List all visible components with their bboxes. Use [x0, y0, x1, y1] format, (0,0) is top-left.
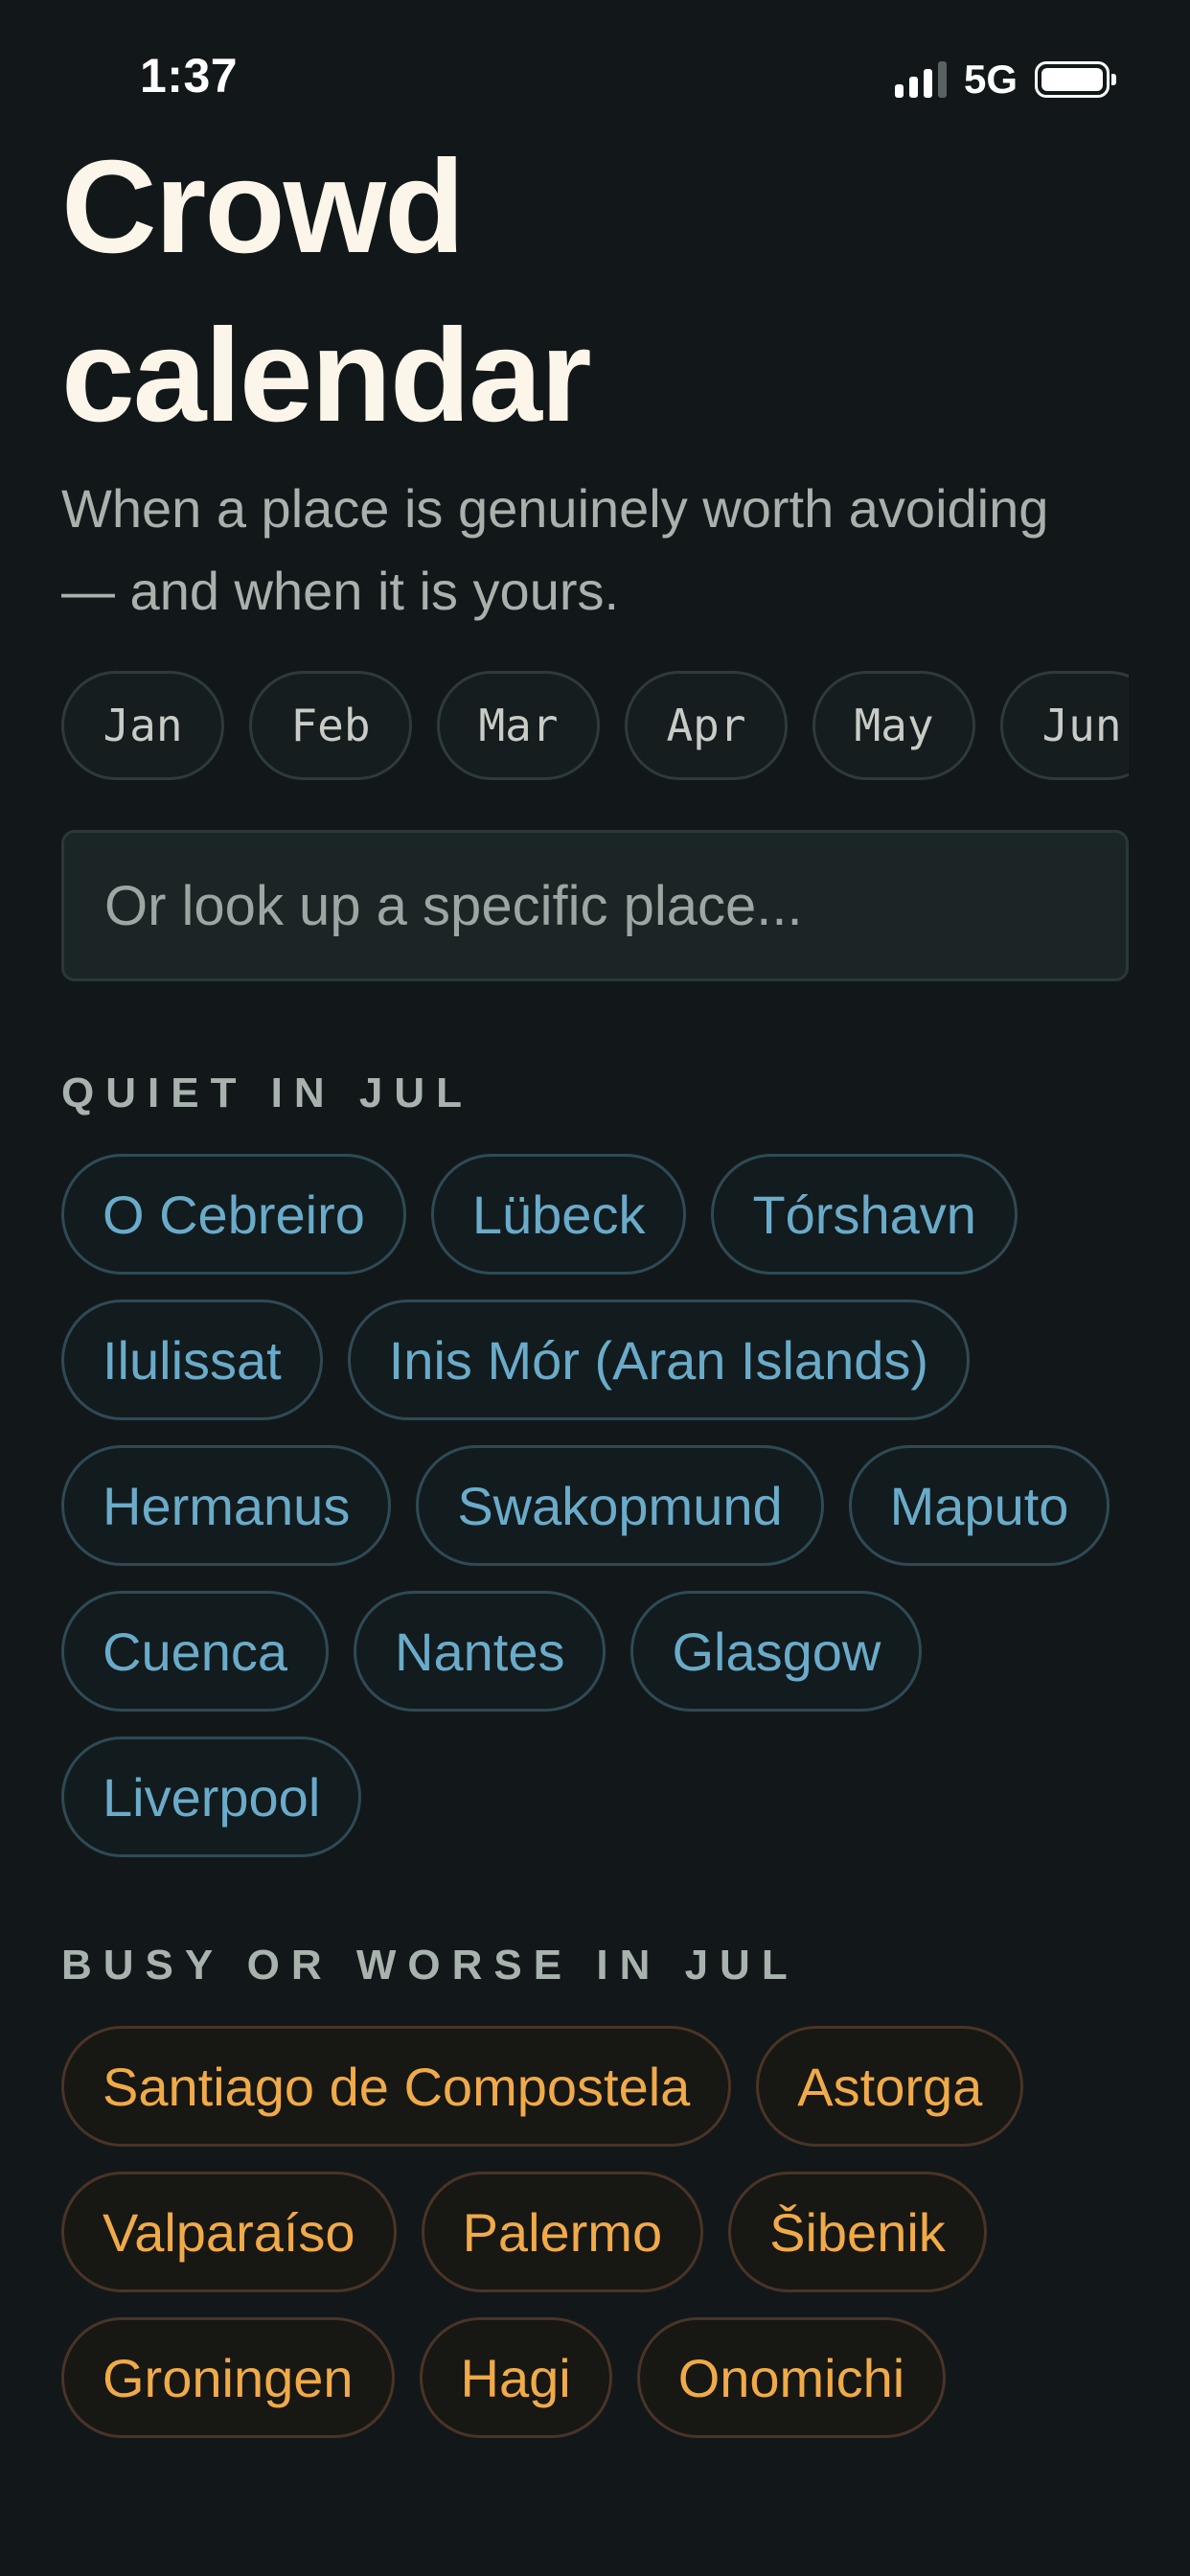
busy-place-chip[interactable]: Onomichi: [636, 2317, 947, 2438]
page-title: Crowd calendar: [61, 123, 1129, 460]
place-search-box[interactable]: [61, 830, 1129, 981]
busy-place-chip[interactable]: Groningen: [61, 2317, 395, 2438]
busy-place-chip[interactable]: Šibenik: [728, 2172, 987, 2292]
cellular-signal-icon: [894, 61, 947, 98]
quiet-section-heading: QUIET IN JUL: [61, 1070, 474, 1116]
month-chip-apr[interactable]: Apr: [625, 671, 788, 780]
quiet-place-chip[interactable]: Maputo: [848, 1445, 1110, 1566]
busy-place-chip[interactable]: Hagi: [419, 2317, 612, 2438]
busy-place-chip[interactable]: Santiago de Compostela: [61, 2026, 732, 2147]
quiet-place-chip[interactable]: Lübeck: [430, 1154, 687, 1275]
status-indicators: 5G: [894, 56, 1116, 104]
quiet-places-list: O Cebreiro Lübeck Tórshavn Ilulissat Ini…: [61, 1154, 1129, 1857]
busy-place-chip[interactable]: Palermo: [421, 2172, 704, 2292]
page-subtitle: When a place is genuinely worth avoiding…: [61, 478, 1049, 621]
month-selector[interactable]: Jan Feb Mar Apr May Jun: [61, 671, 1129, 780]
quiet-place-chip[interactable]: Hermanus: [61, 1445, 392, 1566]
busy-section-heading: BUSY OR WORSE IN JUL: [61, 1942, 799, 1989]
quiet-place-chip[interactable]: Cuenca: [61, 1591, 330, 1712]
quiet-place-chip[interactable]: Inis Mór (Aran Islands): [347, 1300, 971, 1420]
quiet-place-chip[interactable]: Swakopmund: [416, 1445, 824, 1566]
quiet-place-chip[interactable]: Tórshavn: [711, 1154, 1018, 1275]
month-chip-jun[interactable]: Jun: [1000, 671, 1129, 780]
month-chip-mar[interactable]: Mar: [437, 671, 600, 780]
page-title-line-1: Crowd: [61, 133, 465, 281]
status-time: 1:37: [140, 49, 239, 103]
month-chip-jan[interactable]: Jan: [61, 671, 224, 780]
quiet-place-chip[interactable]: Ilulissat: [61, 1300, 323, 1420]
place-search-input[interactable]: [103, 872, 1084, 939]
main-content: Crowd calendar When a place is genuinely…: [61, 123, 1129, 2438]
month-chip-feb[interactable]: Feb: [249, 671, 412, 780]
busy-place-chip[interactable]: Astorga: [756, 2026, 1024, 2147]
busy-place-chip[interactable]: Valparaíso: [61, 2172, 397, 2292]
network-type: 5G: [963, 57, 1018, 102]
busy-places-list: Santiago de Compostela Astorga Valparaís…: [61, 2026, 1129, 2438]
quiet-place-chip[interactable]: O Cebreiro: [61, 1154, 406, 1275]
battery-icon: [1035, 61, 1116, 98]
quiet-place-chip[interactable]: Liverpool: [61, 1736, 362, 1857]
page-title-line-2: calendar: [61, 302, 592, 449]
quiet-place-chip[interactable]: Glasgow: [630, 1591, 923, 1712]
month-chip-may[interactable]: May: [812, 671, 975, 780]
quiet-place-chip[interactable]: Nantes: [354, 1591, 606, 1712]
